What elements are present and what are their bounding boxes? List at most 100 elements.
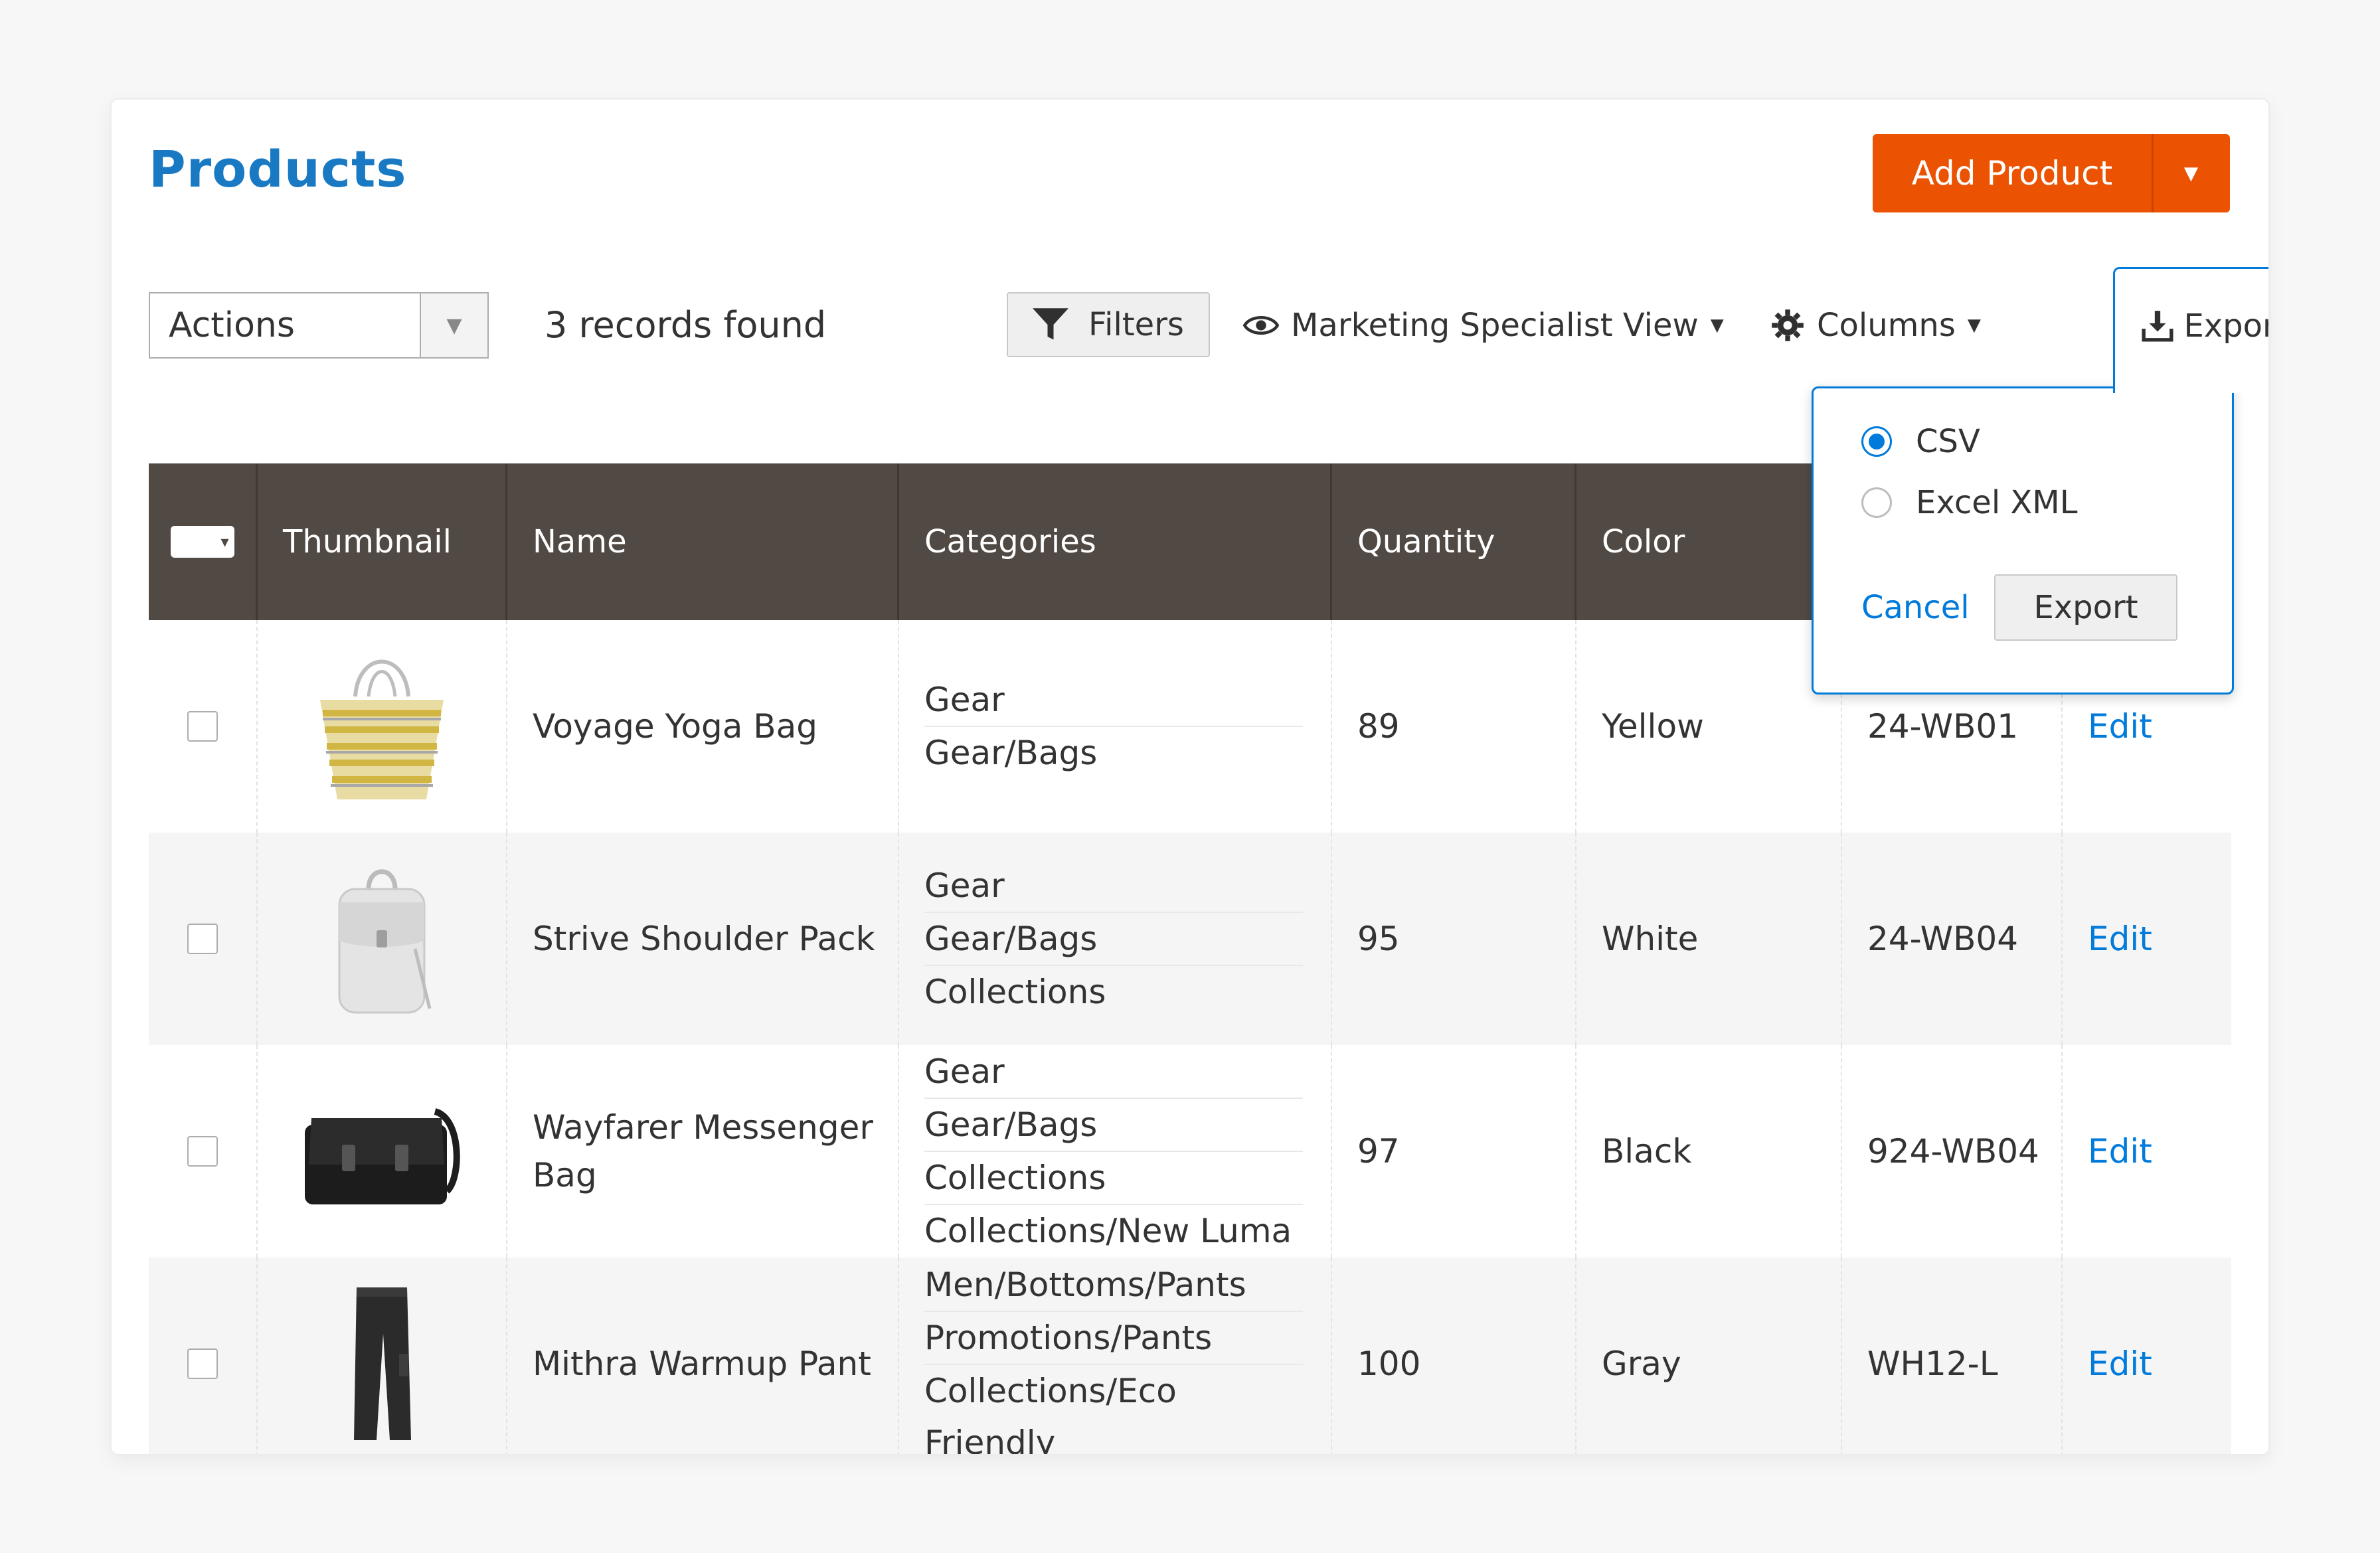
view-switcher[interactable]: Marketing Specialist View ▼ <box>1243 292 1724 359</box>
yoga-bag-thumbnail <box>320 659 444 799</box>
product-name: Mithra Warmup Pant <box>533 1345 871 1383</box>
edit-link[interactable]: Edit <box>2088 707 2152 746</box>
category-item: Gear/Bags <box>924 734 1098 772</box>
product-sku: 924-WB04 <box>1867 1132 2039 1171</box>
row-checkbox[interactable] <box>187 924 218 954</box>
add-product-split-button: Add Product ▼ <box>1873 134 2230 212</box>
category-item: Collections/Eco Friendly <box>924 1372 1177 1455</box>
product-name: Strive Shoulder Pack <box>533 920 875 958</box>
caret-down-icon: ▼ <box>1967 315 1981 335</box>
row-checkbox[interactable] <box>187 711 218 742</box>
export-option-excel-xml[interactable]: Excel XML <box>1861 484 2077 521</box>
column-header-categories[interactable]: Categories <box>899 463 1332 620</box>
export-label: Export <box>2183 307 2268 345</box>
edit-link[interactable]: Edit <box>2088 920 2152 958</box>
eye-icon <box>1243 316 1279 335</box>
radio-csv[interactable] <box>1861 426 1892 457</box>
add-product-dropdown-toggle[interactable]: ▼ <box>2152 134 2229 212</box>
category-item: Gear/Bags <box>924 913 1303 966</box>
action-cell: Edit <box>2063 833 2231 1045</box>
export-confirm-button[interactable]: Export <box>1994 574 2177 641</box>
category-item: Gear <box>924 674 1303 727</box>
gear-icon <box>1772 309 1804 341</box>
name-cell: Voyage Yoga Bag <box>507 620 899 833</box>
filter-icon <box>1033 308 1069 340</box>
name-cell: Strive Shoulder Pack <box>507 833 899 1045</box>
product-sku: 24-WB04 <box>1867 920 2019 958</box>
column-header-name[interactable]: Name <box>507 463 899 620</box>
column-header-quantity[interactable]: Quantity <box>1332 463 1576 620</box>
sku-cell: 24-WB04 <box>1842 833 2063 1045</box>
mass-select-toggle[interactable]: ▾ <box>170 526 234 558</box>
product-sku: 24-WB01 <box>1867 707 2019 746</box>
thumbnail-cell <box>258 1045 507 1258</box>
row-select-cell <box>149 620 258 833</box>
shoulder-pack-thumbnail <box>338 869 432 1014</box>
categories-cell: Men/Bottoms/Pants Promotions/Pants Collect… <box>899 1258 1332 1455</box>
actions-select[interactable]: Actions ▼ <box>149 292 489 359</box>
mass-select-header: ▾ <box>149 463 258 620</box>
edit-link[interactable]: Edit <box>2088 1345 2152 1383</box>
row-checkbox[interactable] <box>187 1349 218 1379</box>
categories-cell: Gear Gear/Bags <box>899 620 1332 833</box>
actions-select-label: Actions <box>169 305 295 345</box>
category-item: Collections <box>924 973 1106 1011</box>
filters-button[interactable]: Filters <box>1007 292 1210 357</box>
download-icon <box>2142 311 2173 342</box>
radio-excel-xml[interactable] <box>1861 487 1892 518</box>
export-dropdown-panel: CSV Excel XML Cancel Export <box>1812 386 2234 695</box>
color-cell: Yellow <box>1576 620 1842 833</box>
product-quantity: 97 <box>1357 1132 1400 1171</box>
add-product-button[interactable]: Add Product <box>1873 134 2152 212</box>
category-item: Gear <box>924 860 1303 913</box>
name-cell: Wayfarer Messenger Bag <box>507 1045 899 1258</box>
edit-link[interactable]: Edit <box>2088 1132 2152 1171</box>
thumbnail-cell <box>258 620 507 833</box>
category-item: Gear/Bags <box>924 1099 1303 1152</box>
row-checkbox[interactable] <box>187 1136 218 1167</box>
product-quantity: 95 <box>1357 920 1400 958</box>
color-cell: White <box>1576 833 1842 1045</box>
categories-cell: Gear Gear/Bags Collections Collections/New … <box>899 1045 1332 1258</box>
export-option-label: CSV <box>1916 423 1980 460</box>
quantity-cell: 95 <box>1332 833 1576 1045</box>
product-quantity: 89 <box>1357 707 1400 746</box>
product-name: Voyage Yoga Bag <box>533 707 817 746</box>
table-row: Mithra Warmup Pant Men/Bottoms/Pants Prom… <box>149 1258 2231 1455</box>
column-header-thumbnail[interactable]: Thumbnail <box>258 463 507 620</box>
view-switcher-label: Marketing Specialist View <box>1291 307 1699 344</box>
action-cell: Edit <box>2063 1258 2231 1454</box>
filters-label: Filters <box>1088 306 1184 343</box>
thumbnail-cell <box>258 833 507 1045</box>
product-color: Yellow <box>1602 707 1704 746</box>
category-item: Collections <box>924 1152 1303 1205</box>
export-option-label: Excel XML <box>1916 484 2078 521</box>
category-item: Promotions/Pants <box>924 1312 1303 1365</box>
products-card: Products Add Product ▼ Actions ▼ 3 recor… <box>110 98 2270 1455</box>
product-name: Wayfarer Messenger Bag <box>533 1108 873 1194</box>
columns-control[interactable]: Columns ▼ <box>1770 292 1981 359</box>
page-title: Products <box>149 139 407 199</box>
messenger-bag-thumbnail <box>305 1108 460 1204</box>
row-select-cell <box>149 1045 258 1258</box>
categories-cell: Gear Gear/Bags Collections <box>899 833 1332 1045</box>
table-row: Wayfarer Messenger Bag Gear Gear/Bags Coll… <box>149 1045 2231 1258</box>
quantity-cell: 97 <box>1332 1045 1576 1258</box>
row-select-cell <box>149 1258 258 1454</box>
color-cell: Black <box>1576 1045 1842 1258</box>
column-header-color[interactable]: Color <box>1576 463 1842 620</box>
export-button[interactable]: Export ▲ <box>2113 267 2268 393</box>
cancel-link[interactable]: Cancel <box>1861 574 1970 641</box>
product-color: Gray <box>1602 1345 1681 1383</box>
warmup-pant-thumbnail <box>354 1287 411 1440</box>
chevron-down-icon: ▾ <box>220 532 229 551</box>
quantity-cell: 100 <box>1332 1258 1576 1454</box>
category-item: Gear <box>924 1046 1303 1099</box>
export-option-csv[interactable]: CSV <box>1861 423 1980 460</box>
color-cell: Gray <box>1576 1258 1842 1454</box>
caret-down-icon: ▼ <box>1710 315 1724 335</box>
action-cell: Edit <box>2063 1045 2231 1258</box>
chevron-down-icon: ▼ <box>420 293 487 357</box>
thumbnail-cell <box>258 1258 507 1454</box>
sku-cell: 924-WB04 <box>1842 1045 2063 1258</box>
